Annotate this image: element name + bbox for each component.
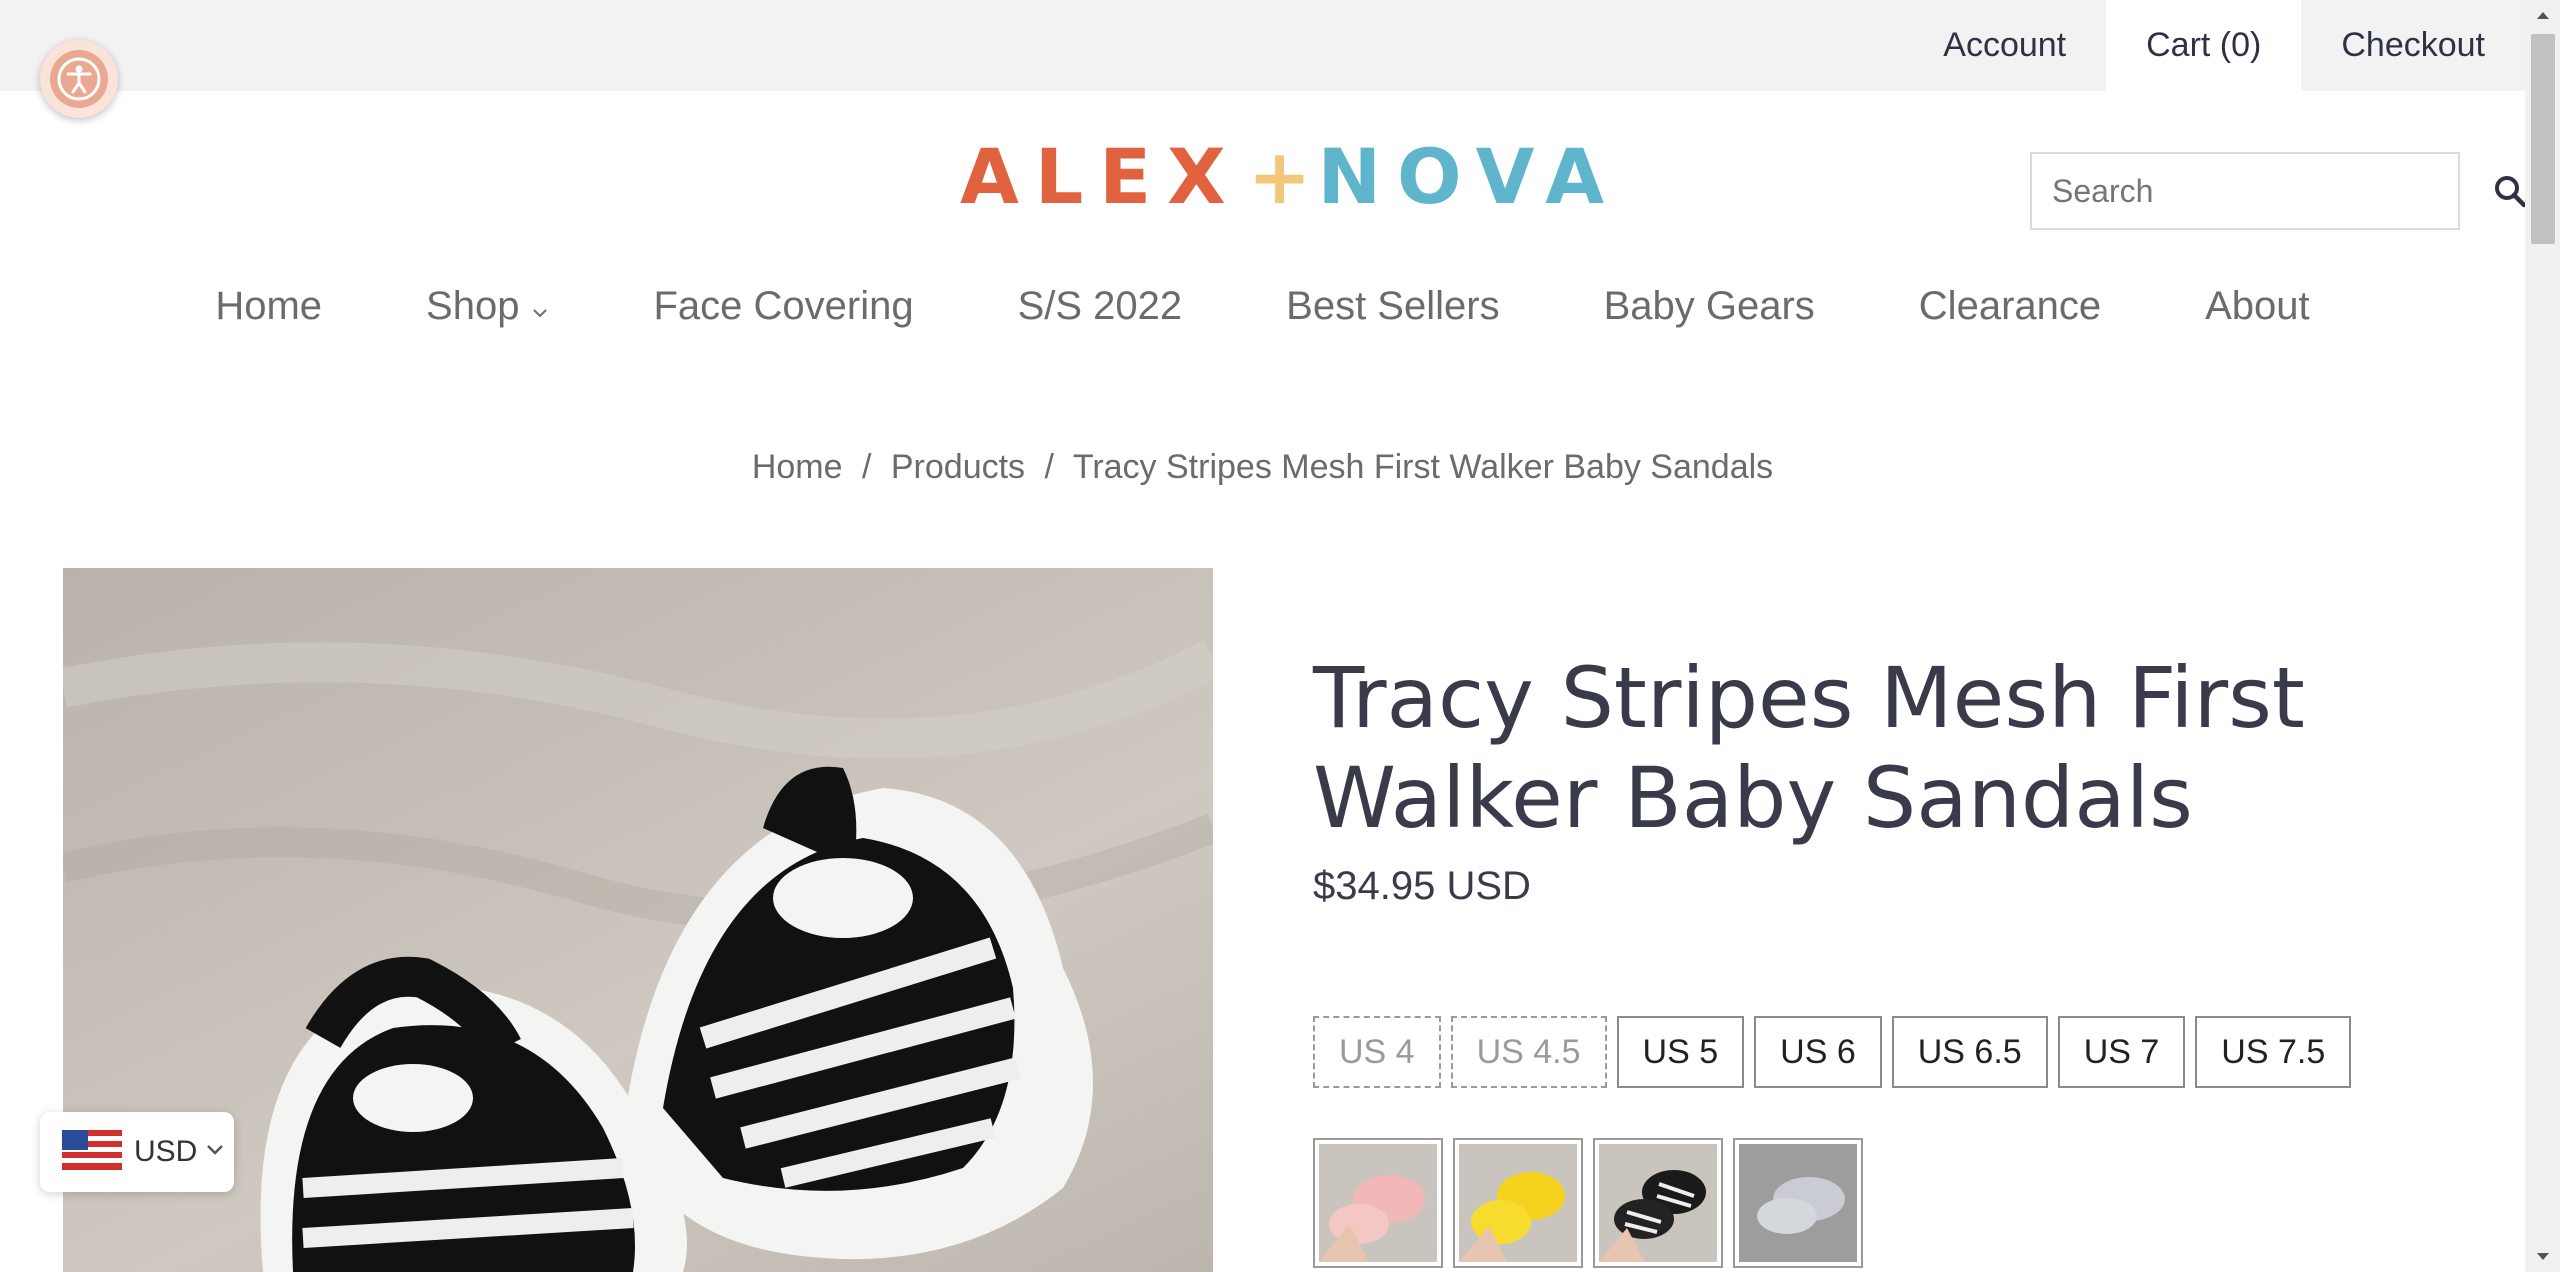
- swatch-pink[interactable]: [1313, 1138, 1443, 1268]
- nav-face-covering[interactable]: Face Covering: [601, 270, 965, 342]
- swatch-black-image: [1599, 1144, 1717, 1262]
- account-link[interactable]: Account: [1903, 0, 2106, 91]
- nav-home[interactable]: Home: [163, 270, 374, 342]
- main-nav: Home Shop Face Covering S/S 2022 Best Se…: [0, 270, 2525, 342]
- swatch-yellow-image: [1459, 1144, 1577, 1262]
- nav-face-covering-label: Face Covering: [653, 283, 914, 328]
- site-logo[interactable]: ALEX + NOVA: [960, 132, 1620, 221]
- breadcrumb-home[interactable]: Home: [752, 448, 843, 486]
- swatch-gray-image: [1739, 1144, 1857, 1262]
- nav-shop-label: Shop: [426, 283, 520, 328]
- accessibility-button[interactable]: [40, 40, 118, 118]
- page-scrollbar[interactable]: [2525, 0, 2560, 1272]
- product-price: $34.95 USD: [1313, 864, 1531, 908]
- top-links: Account Cart (0) Checkout: [1903, 0, 2525, 91]
- search-box: [2030, 152, 2527, 230]
- nav-baby-gears[interactable]: Baby Gears: [1552, 270, 1867, 342]
- top-bar: Account Cart (0) Checkout: [0, 0, 2525, 91]
- swatch-gray[interactable]: [1733, 1138, 1863, 1268]
- accessibility-icon: [50, 50, 108, 108]
- nav-baby-gears-label: Baby Gears: [1603, 283, 1815, 328]
- search-input[interactable]: [2032, 156, 2492, 226]
- currency-code: USD: [134, 1135, 198, 1168]
- nav-clearance[interactable]: Clearance: [1867, 270, 2153, 342]
- size-option[interactable]: US 5: [1616, 1016, 1745, 1088]
- color-swatches: [1313, 1138, 1863, 1268]
- currency-selector[interactable]: USD: [40, 1112, 234, 1192]
- breadcrumb: Home / Products / Tracy Stripes Mesh Fir…: [0, 448, 2525, 487]
- scroll-thumb[interactable]: [2531, 34, 2555, 244]
- nav-ss-2022[interactable]: S/S 2022: [966, 270, 1235, 342]
- logo-text-alex: ALEX: [960, 131, 1242, 221]
- breadcrumb-separator: /: [861, 448, 872, 486]
- nav-best-sellers[interactable]: Best Sellers: [1234, 270, 1551, 342]
- nav-ss-2022-label: S/S 2022: [1017, 283, 1183, 328]
- size-option[interactable]: US 7: [2057, 1016, 2186, 1088]
- search-icon[interactable]: [2492, 161, 2528, 221]
- checkout-link[interactable]: Checkout: [2301, 0, 2525, 91]
- scroll-up-icon[interactable]: [2525, 0, 2560, 30]
- breadcrumb-separator: /: [1044, 448, 1054, 486]
- product-title-line2: Walker Baby Sandals: [1313, 749, 2193, 847]
- nav-best-sellers-label: Best Sellers: [1286, 283, 1500, 328]
- chevron-down-icon: [205, 1143, 225, 1162]
- us-flag-icon: [62, 1129, 122, 1175]
- size-option[interactable]: US 6: [1754, 1016, 1882, 1088]
- nav-about-label: About: [2205, 283, 2310, 328]
- logo-plus: +: [1247, 131, 1312, 221]
- cart-link[interactable]: Cart (0): [2106, 0, 2302, 91]
- swatch-yellow[interactable]: [1453, 1138, 1583, 1268]
- nav-home-label: Home: [215, 283, 323, 328]
- nav-clearance-label: Clearance: [1918, 283, 2102, 328]
- nav-about[interactable]: About: [2153, 270, 2362, 342]
- logo-text-nova: NOVA: [1317, 131, 1621, 221]
- swatch-pink-image: [1319, 1144, 1437, 1262]
- chevron-down-icon: [531, 284, 549, 329]
- size-option[interactable]: US 6.5: [1891, 1016, 2048, 1088]
- size-options: US 4 US 4.5 US 5 US 6 US 6.5 US 7 US 7.5: [1313, 1016, 2352, 1088]
- size-option[interactable]: US 4: [1313, 1016, 1441, 1088]
- breadcrumb-products[interactable]: Products: [891, 448, 1025, 486]
- product-main-image[interactable]: [63, 568, 1213, 1272]
- swatch-black[interactable]: [1593, 1138, 1723, 1268]
- sandals-photo: [63, 640, 1213, 1272]
- size-option[interactable]: US 7.5: [2195, 1016, 2352, 1088]
- breadcrumb-current: Tracy Stripes Mesh First Walker Baby San…: [1072, 448, 1774, 486]
- product-title-line1: Tracy Stripes Mesh First: [1313, 649, 2305, 747]
- product-title: Tracy Stripes Mesh First Walker Baby San…: [1313, 648, 2413, 848]
- nav-shop[interactable]: Shop: [374, 270, 601, 342]
- size-option[interactable]: US 4.5: [1450, 1016, 1607, 1088]
- scroll-down-icon[interactable]: [2525, 1242, 2560, 1272]
